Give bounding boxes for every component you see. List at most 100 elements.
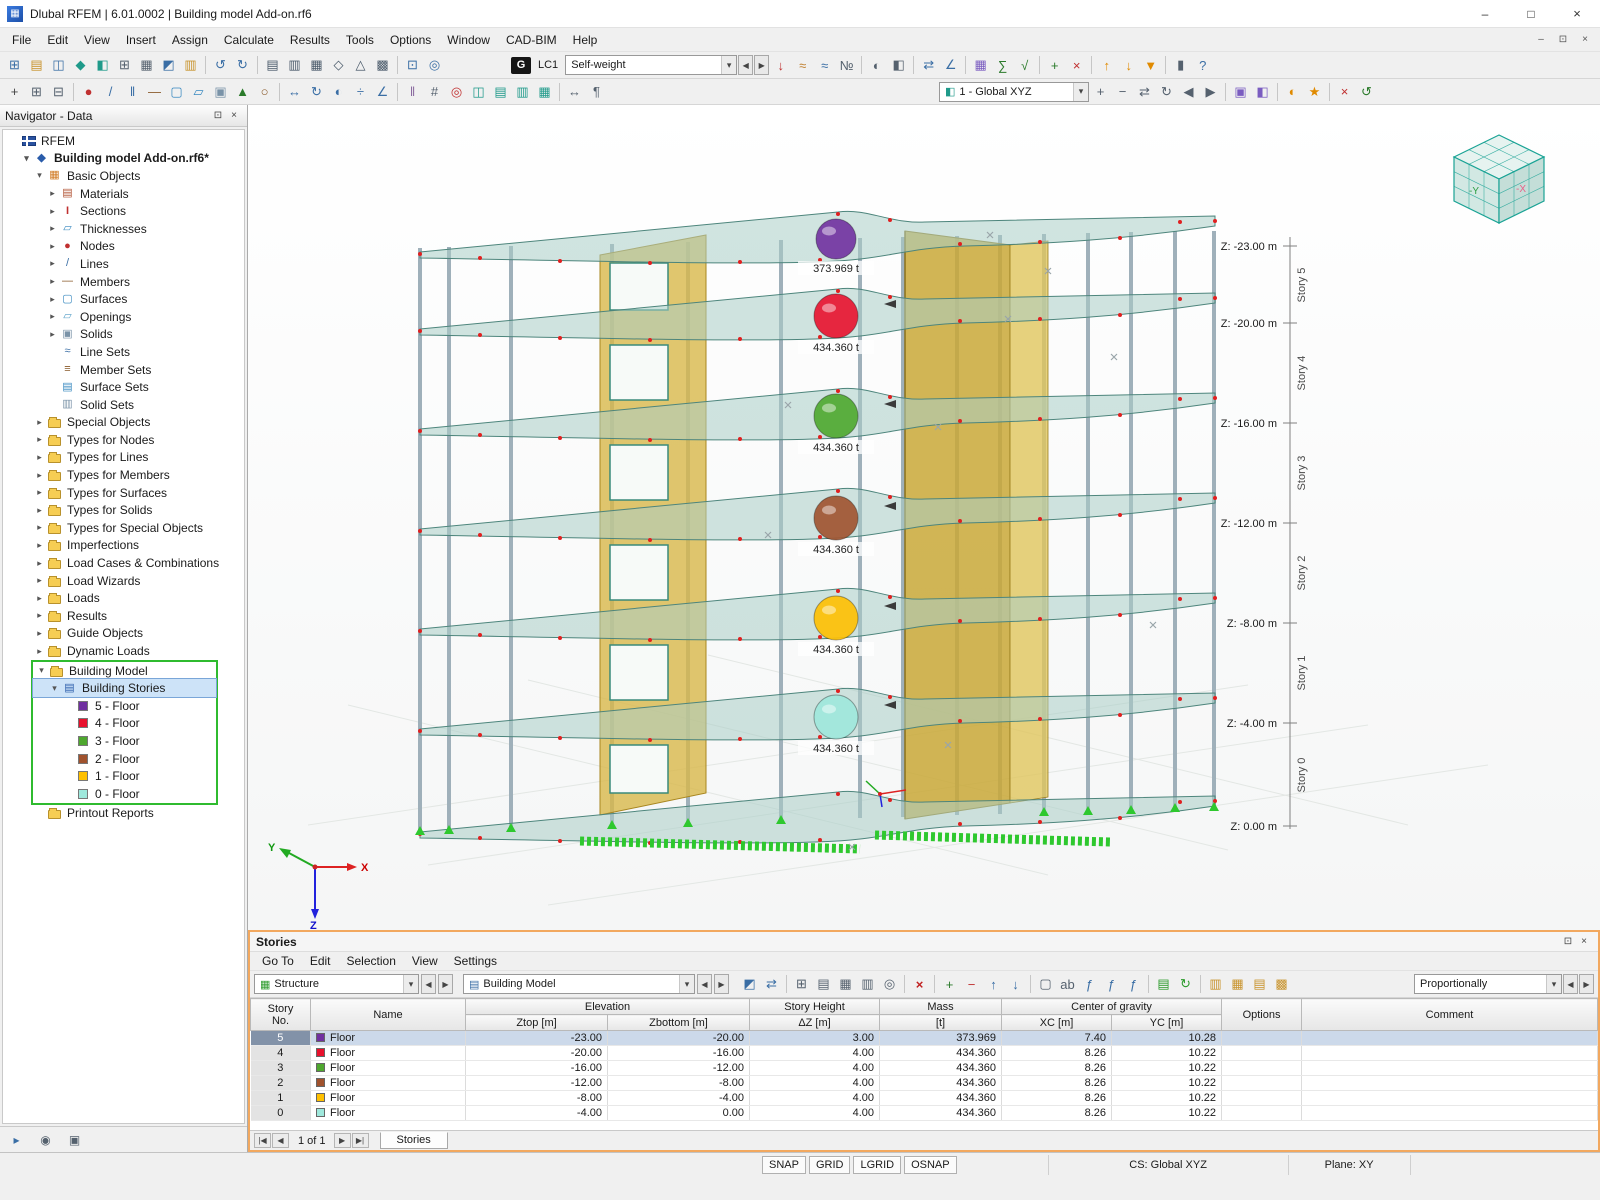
tree-item-imperfections[interactable]: ▸Imperfections bbox=[3, 537, 244, 555]
proportional-prev-button[interactable]: ◀ bbox=[1563, 974, 1578, 994]
structure-prev-button[interactable]: ◀ bbox=[421, 974, 436, 994]
tree-item-types-for-special-objects[interactable]: ▸Types for Special Objects bbox=[3, 519, 244, 537]
view-xy-icon[interactable]: ▤ bbox=[262, 55, 283, 76]
rotate-object-icon[interactable]: ↻ bbox=[306, 81, 327, 102]
new-polyline-icon[interactable]: ‖ bbox=[122, 81, 143, 102]
proportional-next-button[interactable]: ▶ bbox=[1579, 974, 1594, 994]
view-perspective-icon[interactable]: △ bbox=[350, 55, 371, 76]
plane-xz-icon[interactable]: ▥ bbox=[512, 81, 533, 102]
close-button[interactable]: × bbox=[1554, 0, 1600, 27]
menu-calculate[interactable]: Calculate bbox=[216, 30, 282, 50]
delete-row-icon[interactable]: − bbox=[961, 974, 982, 995]
grid-settings-icon[interactable]: # bbox=[424, 81, 445, 102]
header-story-height[interactable]: Story Height bbox=[750, 999, 880, 1015]
show-results-icon[interactable]: ≈ bbox=[814, 55, 835, 76]
navigator-toggle-icon[interactable]: ◧ bbox=[92, 55, 113, 76]
tree-item-surfaces[interactable]: ▸▢Surfaces bbox=[3, 290, 244, 308]
story-row-5[interactable]: 5Floor-23.00-20.003.00373.9697.4010.28 bbox=[251, 1031, 1598, 1046]
stories-close-button[interactable]: × bbox=[1576, 934, 1592, 950]
story-comment-cell[interactable] bbox=[1302, 1046, 1598, 1061]
menu-options[interactable]: Options bbox=[382, 30, 439, 50]
zoom-out-icon[interactable]: − bbox=[1112, 81, 1133, 102]
edit-select-icon[interactable]: + bbox=[4, 81, 25, 102]
story-row-0[interactable]: 0Floor-4.000.004.00434.3608.2610.22 bbox=[251, 1106, 1598, 1121]
pan-view-icon[interactable]: ⇄ bbox=[1134, 81, 1155, 102]
tree-item-printout-reports[interactable]: Printout Reports bbox=[3, 805, 244, 823]
expand-arrow-icon[interactable]: ▸ bbox=[33, 470, 46, 481]
model-prev-button[interactable]: ◀ bbox=[697, 974, 712, 994]
stories-float-button[interactable]: ⊡ bbox=[1560, 934, 1576, 950]
header-mass-unit[interactable]: [t] bbox=[880, 1015, 1002, 1031]
tree-item-members[interactable]: ▸—Members bbox=[3, 273, 244, 291]
tree-item-types-for-surfaces[interactable]: ▸Types for Surfaces bbox=[3, 484, 244, 502]
tree-item-5-floor[interactable]: 5 - Floor bbox=[33, 697, 216, 715]
filter-icon[interactable]: ▼ bbox=[1140, 55, 1161, 76]
select-special-icon[interactable]: ⊟ bbox=[48, 81, 69, 102]
renumber-icon[interactable]: ⇄ bbox=[918, 55, 939, 76]
expand-arrow-icon[interactable]: ▸ bbox=[33, 417, 46, 428]
tree-item-solid-sets[interactable]: ▥Solid Sets bbox=[3, 396, 244, 414]
header-name[interactable]: Name bbox=[311, 999, 466, 1031]
previous-page-button[interactable]: ◀ bbox=[272, 1133, 289, 1148]
next-page-button[interactable]: ▶ bbox=[334, 1133, 351, 1148]
last-page-button[interactable]: ▶| bbox=[352, 1133, 369, 1148]
tree-item-results[interactable]: ▸Results bbox=[3, 607, 244, 625]
header-center-of-gravity[interactable]: Center of gravity bbox=[1002, 999, 1222, 1015]
sort-ascending-icon[interactable]: ↑ bbox=[1096, 55, 1117, 76]
next-load-case-button[interactable]: ▶ bbox=[754, 55, 769, 75]
zoom-all-icon[interactable]: ◎ bbox=[424, 55, 445, 76]
statusbar-toggle-snap[interactable]: SNAP bbox=[762, 1156, 806, 1174]
user-defined-view-icon[interactable]: ★ bbox=[1304, 81, 1325, 102]
save-icon[interactable]: ◫ bbox=[48, 55, 69, 76]
export-csv-icon[interactable]: ▦ bbox=[1227, 974, 1248, 995]
mdi-restore-button[interactable]: ⊡ bbox=[1552, 31, 1574, 49]
expand-arrow-icon[interactable]: ▸ bbox=[46, 258, 59, 269]
rename-cells-icon[interactable]: ab bbox=[1057, 974, 1078, 995]
menu-tools[interactable]: Tools bbox=[338, 30, 382, 50]
tree-item-materials[interactable]: ▸▤Materials bbox=[3, 185, 244, 203]
menu-edit[interactable]: Edit bbox=[39, 30, 76, 50]
regenerate-model-icon[interactable]: ↺ bbox=[1356, 81, 1377, 102]
menu-assign[interactable]: Assign bbox=[164, 30, 216, 50]
coordinate-system-status[interactable]: CS: Global XYZ bbox=[1048, 1155, 1288, 1175]
tree-item-loads[interactable]: ▸Loads bbox=[3, 589, 244, 607]
expand-arrow-icon[interactable]: ▾ bbox=[20, 153, 33, 164]
statusbar-toggle-grid[interactable]: GRID bbox=[809, 1156, 851, 1174]
expand-arrow-icon[interactable]: ▸ bbox=[33, 646, 46, 657]
delete-all-stories-icon[interactable]: × bbox=[909, 974, 930, 995]
print-icon[interactable]: ▦ bbox=[136, 55, 157, 76]
tree-item-solids[interactable]: ▸▣Solids bbox=[3, 326, 244, 344]
table-view-icon[interactable]: ⊞ bbox=[791, 974, 812, 995]
clipping-box-icon[interactable]: ▣ bbox=[1230, 81, 1251, 102]
move-row-down-icon[interactable]: ↓ bbox=[1005, 974, 1026, 995]
tree-item-types-for-solids[interactable]: ▸Types for Solids bbox=[3, 501, 244, 519]
new-opening-icon[interactable]: ▱ bbox=[188, 81, 209, 102]
tree-item-special-objects[interactable]: ▸Special Objects bbox=[3, 414, 244, 432]
views-navigator-camera-icon[interactable]: ▣ bbox=[64, 1129, 85, 1150]
story-row-3[interactable]: 3Floor-16.00-12.004.00434.3608.2610.22 bbox=[251, 1061, 1598, 1076]
story-row-1[interactable]: 1Floor-8.00-4.004.00434.3608.2610.22 bbox=[251, 1091, 1598, 1106]
tree-item-load-wizards[interactable]: ▸Load Wizards bbox=[3, 572, 244, 590]
work-plane-status[interactable]: Plane: XY bbox=[1288, 1155, 1410, 1175]
menu-results[interactable]: Results bbox=[282, 30, 338, 50]
display-navigator-eye-icon[interactable]: ◉ bbox=[35, 1129, 56, 1150]
header-zbottom[interactable]: Zbottom [m] bbox=[608, 1015, 750, 1031]
maximize-button[interactable]: □ bbox=[1508, 0, 1554, 27]
story-comment-cell[interactable] bbox=[1302, 1076, 1598, 1091]
delete-object-icon[interactable]: × bbox=[1334, 81, 1355, 102]
generate-mesh-icon[interactable]: ▦ bbox=[970, 55, 991, 76]
stories-menu-view[interactable]: View bbox=[404, 951, 446, 971]
story-row-4[interactable]: 4Floor-20.00-16.004.00434.3608.2610.22 bbox=[251, 1046, 1598, 1061]
sync-selection-icon[interactable]: ⇄ bbox=[761, 974, 782, 995]
chevron-down-icon[interactable]: ▾ bbox=[721, 56, 736, 74]
tree-item-openings[interactable]: ▸▱Openings bbox=[3, 308, 244, 326]
header-story-no[interactable]: Story No. bbox=[251, 999, 311, 1031]
export-print-icon[interactable]: ▤ bbox=[1249, 974, 1270, 995]
tree-item-dynamic-loads[interactable]: ▸Dynamic Loads bbox=[3, 642, 244, 660]
show-loads-icon[interactable]: ↓ bbox=[770, 55, 791, 76]
header-comment[interactable]: Comment bbox=[1302, 999, 1598, 1031]
expand-arrow-icon[interactable]: ▸ bbox=[33, 540, 46, 551]
orbit-view-icon[interactable]: ↻ bbox=[1156, 81, 1177, 102]
object-snap-icon[interactable]: ◎ bbox=[446, 81, 467, 102]
tree-item-surface-sets[interactable]: ▤Surface Sets bbox=[3, 378, 244, 396]
